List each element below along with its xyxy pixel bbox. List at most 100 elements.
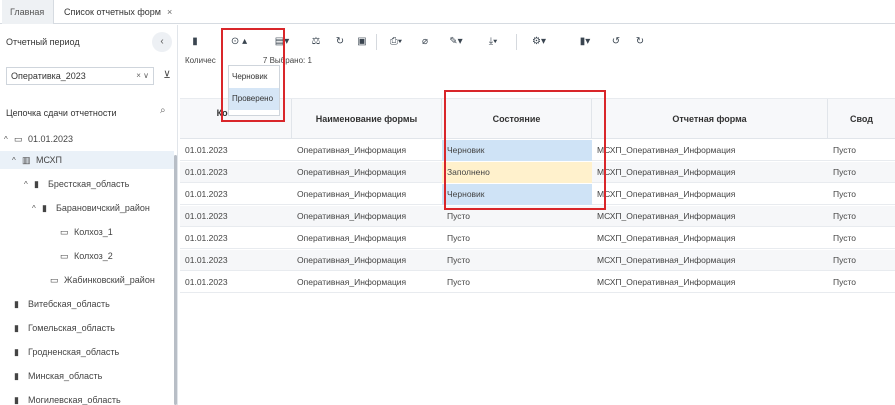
tree-item-mshp[interactable]: ^ ▥ МСХП (0, 151, 174, 169)
chevron-up-icon[interactable]: ^ (32, 200, 42, 217)
cell-summary: Пусто (833, 255, 857, 265)
cell-summary: Пусто (833, 211, 857, 221)
cell-summary: Пусто (833, 167, 857, 177)
table-row[interactable]: 01.01.2023 Оперативная_Информация Пусто … (180, 250, 895, 271)
building-icon: ▮ (34, 179, 39, 189)
bank-icon: ▥ (22, 155, 31, 165)
cell-period: 01.01.2023 (185, 145, 228, 155)
cell-form-name: Оперативная_Информация (297, 233, 407, 243)
cell-report-form: МСХП_Оперативная_Информация (597, 145, 736, 155)
tree-item-date[interactable]: ^ ▭ 01.01.2023 (4, 130, 73, 148)
tree-item-minsk[interactable]: ▮ Минская_область (14, 367, 102, 385)
settings-dropdown-button[interactable]: ⚙▾ (526, 31, 552, 53)
cell-state: Пусто (447, 255, 471, 265)
cell-report-form: МСХП_Оперативная_Информация (597, 189, 736, 199)
cell-form-name: Оперативная_Информация (297, 255, 407, 265)
cell-summary: Пусто (833, 277, 857, 287)
period-select[interactable]: Оперативка_2023 × ∨ (6, 67, 154, 85)
print-dropdown-button[interactable]: ⎙▾ (384, 31, 408, 53)
building-icon: ▮ (14, 371, 19, 381)
building-icon: ▮ (14, 323, 19, 333)
building-icon: ▮ (14, 395, 19, 405)
folder-icon: ▭ (14, 134, 23, 144)
column-header-form-name[interactable]: Наименование формы (292, 99, 442, 139)
cell-period: 01.01.2023 (185, 211, 228, 221)
cell-form-name: Оперативная_Информация (297, 167, 407, 177)
reload-icon[interactable]: ↻ (632, 31, 648, 53)
table-row[interactable]: 01.01.2023 Оперативная_Информация Пусто … (180, 272, 895, 293)
cell-report-form: МСХП_Оперативная_Информация (597, 167, 736, 177)
clear-filter-icon[interactable]: ⊻ (160, 68, 174, 84)
tree-item-brest[interactable]: ^ ▮ Брестская_область (24, 175, 129, 193)
cell-state: Пусто (447, 233, 471, 243)
tree-item-label: Гомельская_область (28, 323, 115, 333)
tab-report-forms[interactable]: Список отчетных форм × (56, 0, 206, 24)
tree-item-label: Витебская_область (28, 299, 110, 309)
column-header-summary[interactable]: Свод (828, 99, 895, 139)
tree-item-grodno[interactable]: ▮ Гродненская_область (14, 343, 119, 361)
search-icon[interactable]: ⌕ (160, 105, 174, 116)
cell-summary: Пусто (833, 145, 857, 155)
scales-icon[interactable]: ⚖ (308, 31, 324, 53)
cell-summary: Пусто (833, 189, 857, 199)
cell-report-form: МСХП_Оперативная_Информация (597, 255, 736, 265)
highlight-box-dropdown (221, 28, 285, 122)
download-dropdown-button[interactable]: ⤓▾ (480, 31, 506, 53)
cell-state: Пусто (447, 277, 471, 287)
period-title: Отчетный период (6, 37, 80, 47)
cell-period: 01.01.2023 (185, 255, 228, 265)
tree-item-vitebsk[interactable]: ▮ Витебская_область (14, 295, 110, 313)
tree-item-label: Колхоз_2 (74, 251, 113, 261)
building-icon: ▮ (14, 347, 19, 357)
tree-item-label: МСХП (36, 155, 62, 165)
toolbar-divider (516, 34, 517, 50)
tree-item-baranovichi[interactable]: ^ ▮ Барановичский_район (32, 199, 174, 217)
tab-home-label: Главная (10, 7, 45, 17)
building-icon: ▮ (42, 203, 47, 213)
cell-report-form: МСХП_Оперативная_Информация (597, 233, 736, 243)
tree-item-label: Могилевская_область (28, 395, 121, 405)
chevron-left-icon[interactable]: ‹ (152, 32, 172, 52)
edit-dropdown-button[interactable]: ✎▾ (442, 31, 470, 53)
tree-item-label: Брестская_область (48, 179, 130, 189)
cell-period: 01.01.2023 (185, 189, 228, 199)
tree-item-zhabinka[interactable]: ▭ Жабинковский_район (50, 271, 174, 289)
sidebar-scrollbar[interactable] (174, 155, 177, 405)
attach-icon[interactable]: ⌀ (418, 31, 432, 53)
refresh-icon[interactable]: ↻ (332, 31, 348, 53)
table-row[interactable]: 01.01.2023 Оперативная_Информация Пусто … (180, 228, 895, 249)
cell-summary: Пусто (833, 233, 857, 243)
tab-bar: Главная Список отчетных форм × (0, 0, 895, 24)
folder-outline-icon: ▭ (60, 227, 69, 237)
building-icon: ▮ (14, 299, 19, 309)
archive-dropdown-button[interactable]: ▮▾ (572, 31, 598, 53)
cell-report-form: МСХП_Оперативная_Информация (597, 211, 736, 221)
card-icon[interactable]: ▣ (354, 31, 370, 53)
select-controls[interactable]: × ∨ (136, 68, 149, 84)
cell-form-name: Оперативная_Информация (297, 145, 407, 155)
tree-item-mogilev[interactable]: ▮ Могилевская_область (14, 391, 121, 405)
document-icon[interactable]: ▮ (188, 31, 202, 53)
tree-item-label: Барановичский_район (56, 203, 150, 213)
record-count-label: Количес (185, 56, 216, 65)
tree-item-gomel[interactable]: ▮ Гомельская_область (14, 319, 115, 337)
cell-form-name: Оперативная_Информация (297, 277, 407, 287)
column-header-report-form[interactable]: Отчетная форма (592, 99, 828, 139)
highlight-box-state-column (444, 90, 606, 210)
cell-period: 01.01.2023 (185, 277, 228, 287)
chevron-up-icon[interactable]: ^ (12, 152, 22, 170)
tree-item-kolkhoz-1[interactable]: ▭ Колхоз_1 (60, 223, 113, 241)
tree-item-label: Колхоз_1 (74, 227, 113, 237)
chevron-up-icon[interactable]: ^ (24, 176, 34, 194)
cell-form-name: Оперативная_Информация (297, 189, 407, 199)
close-icon[interactable]: × (167, 7, 172, 17)
tab-home[interactable]: Главная (2, 0, 54, 24)
cell-form-name: Оперативная_Информация (297, 211, 407, 221)
folder-outline-icon: ▭ (50, 275, 59, 285)
tree-item-kolkhoz-2[interactable]: ▭ Колхоз_2 (60, 247, 113, 265)
tree-item-label: Минская_область (28, 371, 103, 381)
chevron-up-icon[interactable]: ^ (4, 131, 14, 149)
sidebar: Отчетный период ‹ Оперативка_2023 × ∨ ⊻ … (0, 25, 178, 405)
folder-outline-icon: ▭ (60, 251, 69, 261)
undo-icon[interactable]: ↺ (608, 31, 624, 53)
